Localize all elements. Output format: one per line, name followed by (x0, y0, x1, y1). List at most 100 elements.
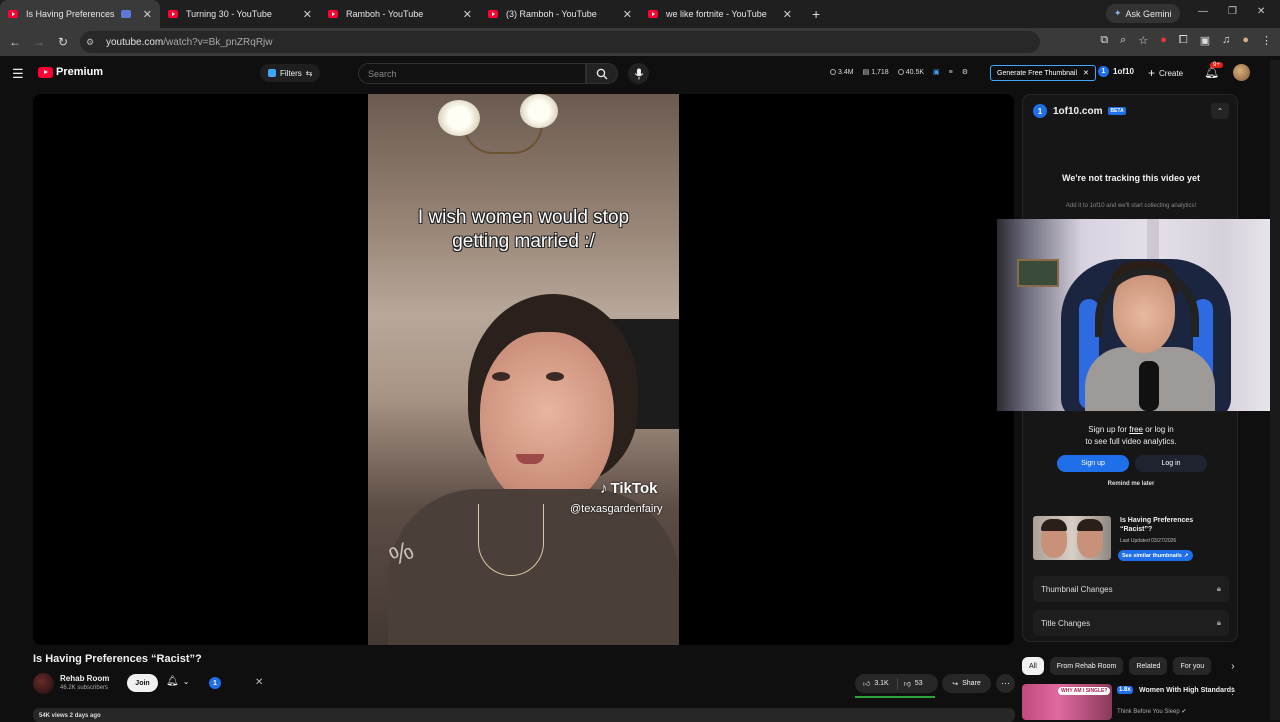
extension-blue-icon[interactable]: ▣ (933, 68, 940, 76)
channel-avatar[interactable] (33, 673, 54, 694)
wall-shelf (1017, 259, 1059, 287)
reload-icon[interactable]: ↻ (51, 35, 75, 49)
lock-icon: 🔒︎ (1216, 618, 1221, 627)
lamp-bulb (438, 100, 480, 136)
chip-from-channel[interactable]: From Rehab Room (1049, 657, 1124, 675)
close-icon[interactable]: ✕ (255, 677, 263, 688)
person-face (480, 332, 614, 507)
create-button[interactable]: + Create (1148, 65, 1183, 81)
media-icon[interactable]: ♫ (1222, 34, 1230, 47)
recommended-video[interactable]: WHY AM I SINGLE? 1.8x Women With High St… (1022, 684, 1252, 720)
tab-active[interactable]: Is Having Preferences “Raci ✕ (0, 0, 160, 28)
lamp-bulb (520, 94, 558, 128)
page-scrollbar[interactable] (1270, 60, 1280, 720)
more-actions-icon[interactable]: ⋯ (996, 674, 1015, 693)
log-in-button[interactable]: Log in (1135, 455, 1207, 472)
like-count: 3.1K (874, 680, 889, 687)
tab-title: (3) Ramboh - YouTube (506, 9, 597, 19)
restore-icon[interactable]: ❐ (1228, 6, 1237, 17)
share-button[interactable]: ↪ Share (942, 674, 991, 693)
dislike-button[interactable]: 👎︎ 53 (898, 679, 929, 688)
close-icon[interactable]: ✕ (1083, 69, 1089, 77)
filters-label: Filters (280, 68, 302, 78)
video-thumbnail[interactable] (1033, 516, 1111, 560)
search-button[interactable] (586, 63, 618, 84)
see-similar-thumbnails-button[interactable]: See similar thumbnails ↗ (1118, 550, 1193, 561)
chip-all[interactable]: All (1022, 657, 1044, 675)
recommended-thumbnail[interactable]: WHY AM I SINGLE? (1022, 684, 1112, 720)
recommended-channel-name: Think Before You Sleep (1117, 709, 1180, 715)
browser-toolbar: ← → ↻ ⚙ youtube.com/watch?v=Bk_pnZRqRjw … (0, 28, 1280, 56)
sign-up-button[interactable]: Sign up (1057, 455, 1129, 472)
split-view-icon[interactable]: ▣ (1200, 34, 1210, 47)
thumbnail-changes-label: Thumbnail Changes (1041, 584, 1113, 594)
site-info-icon[interactable]: ⚙ (86, 37, 100, 48)
views-icon (830, 69, 836, 75)
close-window-icon[interactable]: ✕ (1257, 6, 1265, 17)
tab[interactable]: Turning 30 - YouTube ✕ (160, 0, 320, 28)
video-caption: I wish women would stop getting married … (368, 206, 679, 254)
like-button[interactable]: 👍︎ 3.1K (855, 677, 898, 690)
search-input[interactable]: Search (358, 63, 586, 84)
title-changes-row[interactable]: Title Changes 🔒︎ (1033, 610, 1229, 636)
thumbs-up-icon: 👍︎ (863, 681, 871, 688)
oneof10-button[interactable]: 1 1of10 (1098, 66, 1134, 77)
install-icon[interactable]: ⧉ (1100, 34, 1108, 47)
close-tab-icon[interactable]: ✕ (783, 8, 792, 21)
thumbnail-card: Is Having Preferences “Racist”? Last Upd… (1033, 516, 1233, 564)
remind-me-later-link[interactable]: Remind me later (1023, 481, 1239, 487)
voice-search-button[interactable] (628, 63, 649, 84)
close-tab-icon[interactable]: ✕ (143, 8, 152, 21)
new-tab-icon[interactable]: + (812, 6, 820, 22)
tab[interactable]: we like fortnite - YouTube ✕ (640, 0, 800, 28)
close-tab-icon[interactable]: ✕ (463, 8, 472, 21)
zoom-icon[interactable]: ⌕ (1120, 34, 1126, 47)
chevron-down-icon: ⌄ (182, 677, 190, 686)
signup-free-link[interactable]: free (1129, 425, 1143, 434)
profile-avatar-icon[interactable]: ● (1242, 34, 1249, 47)
chevron-right-icon[interactable]: › (1231, 661, 1234, 672)
video-player[interactable]: I wish women would stop getting married … (33, 94, 1014, 645)
minimize-icon[interactable]: — (1198, 6, 1208, 17)
forward-icon[interactable]: → (27, 35, 51, 49)
collapse-chevron-up-icon[interactable]: ⌃ (1211, 103, 1229, 119)
stat-views: 3.4M (838, 68, 854, 76)
thumbnail-updated: Last Updated 03/27/2026 (1120, 538, 1177, 544)
settings-icon[interactable]: ⚙ (962, 68, 968, 76)
gemini-sparkle-icon: ✦ (1114, 8, 1122, 18)
join-button[interactable]: Join (127, 674, 158, 692)
browser-icons: ⧉ ⌕ ☆ ● ⧠ ▣ ♫ ● ⋮ (1100, 34, 1272, 47)
chip-related[interactable]: Related (1129, 657, 1168, 675)
tab[interactable]: Ramboh - YouTube ✕ (320, 0, 480, 28)
back-icon[interactable]: ← (3, 35, 27, 49)
oneof10-channel-badge[interactable]: 1 (209, 677, 221, 689)
signup-text-b: or log in (1143, 425, 1174, 434)
share-arrow-icon: ↪ (952, 680, 959, 688)
signup-prompt: Sign up for free or log in to see full v… (1023, 424, 1239, 448)
filters-button[interactable]: Filters ⇆ (260, 64, 321, 82)
chip-for-you[interactable]: For you (1173, 657, 1212, 675)
bookmark-star-icon[interactable]: ☆ (1138, 34, 1148, 47)
close-tab-icon[interactable]: ✕ (303, 8, 312, 21)
channel-subscribers: 46.2K subscribers (60, 685, 109, 691)
channel-name[interactable]: Rehab Room (60, 674, 109, 683)
youtube-premium-logo[interactable]: Premium (38, 66, 103, 78)
address-bar[interactable]: ⚙ youtube.com/watch?v=Bk_pnZRqRjw (80, 31, 1040, 53)
ask-gemini-button[interactable]: ✦ Ask Gemini (1106, 4, 1180, 23)
tiktok-brand: TikTok (610, 480, 658, 497)
browser-menu-icon[interactable]: ⋮ (1261, 34, 1272, 47)
more-options-icon[interactable]: ⋮ (1228, 686, 1237, 697)
tab[interactable]: (3) Ramboh - YouTube ✕ (480, 0, 640, 28)
generate-thumbnail-button[interactable]: Generate Free Thumbnail ✕ (990, 65, 1096, 81)
extension-red-icon[interactable]: ● (1160, 34, 1167, 47)
user-avatar[interactable] (1233, 64, 1250, 81)
thumbnail-changes-row[interactable]: Thumbnail Changes 🔒︎ (1033, 576, 1229, 602)
menu-hamburger-icon[interactable]: ☰ (12, 66, 24, 82)
extensions-puzzle-icon[interactable]: ⧠ (1179, 34, 1188, 47)
videos-icon: ▤ (862, 69, 870, 76)
youtube-favicon-icon (488, 10, 498, 18)
close-tab-icon[interactable]: ✕ (623, 8, 632, 21)
subscription-bell-button[interactable]: 🔔︎ ⌄ (166, 676, 189, 687)
tiktok-handle: @texasgardenfairy (570, 503, 663, 515)
list-icon[interactable]: ≡ (949, 69, 953, 76)
